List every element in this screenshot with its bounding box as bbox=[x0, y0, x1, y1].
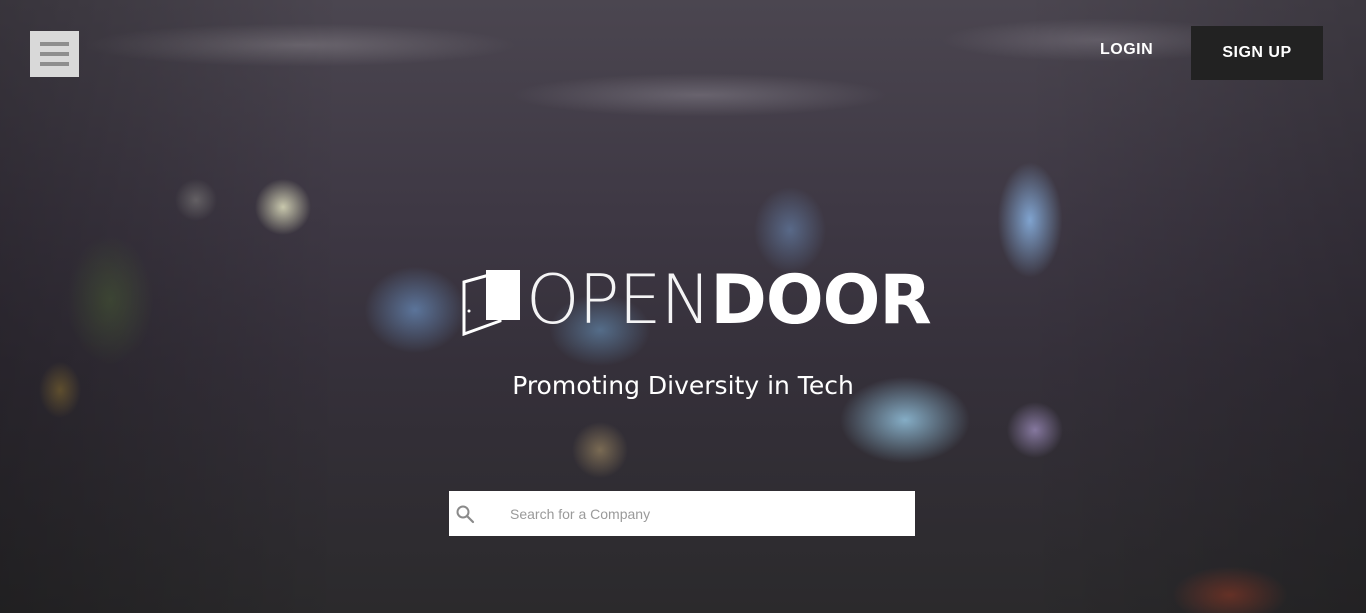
login-link[interactable]: LOGIN bbox=[1100, 41, 1153, 59]
company-search-box[interactable] bbox=[449, 491, 915, 536]
open-door-icon bbox=[462, 270, 520, 336]
menu-bar bbox=[40, 42, 69, 46]
logo-text-door: DOOR bbox=[710, 261, 931, 340]
search-input[interactable] bbox=[508, 504, 912, 523]
menu-bar bbox=[40, 52, 69, 56]
signup-button[interactable]: SIGN UP bbox=[1191, 26, 1323, 80]
opendoor-logo: OPEN DOOR bbox=[462, 261, 932, 340]
hero-section: LOGIN SIGN UP OPEN DOOR Promoting Divers… bbox=[0, 0, 1366, 613]
tagline: Promoting Diversity in Tech bbox=[512, 371, 854, 400]
logo-text-open: OPEN bbox=[526, 261, 711, 340]
hamburger-menu-icon[interactable] bbox=[30, 31, 79, 77]
search-icon bbox=[455, 504, 475, 524]
menu-bar bbox=[40, 62, 69, 66]
